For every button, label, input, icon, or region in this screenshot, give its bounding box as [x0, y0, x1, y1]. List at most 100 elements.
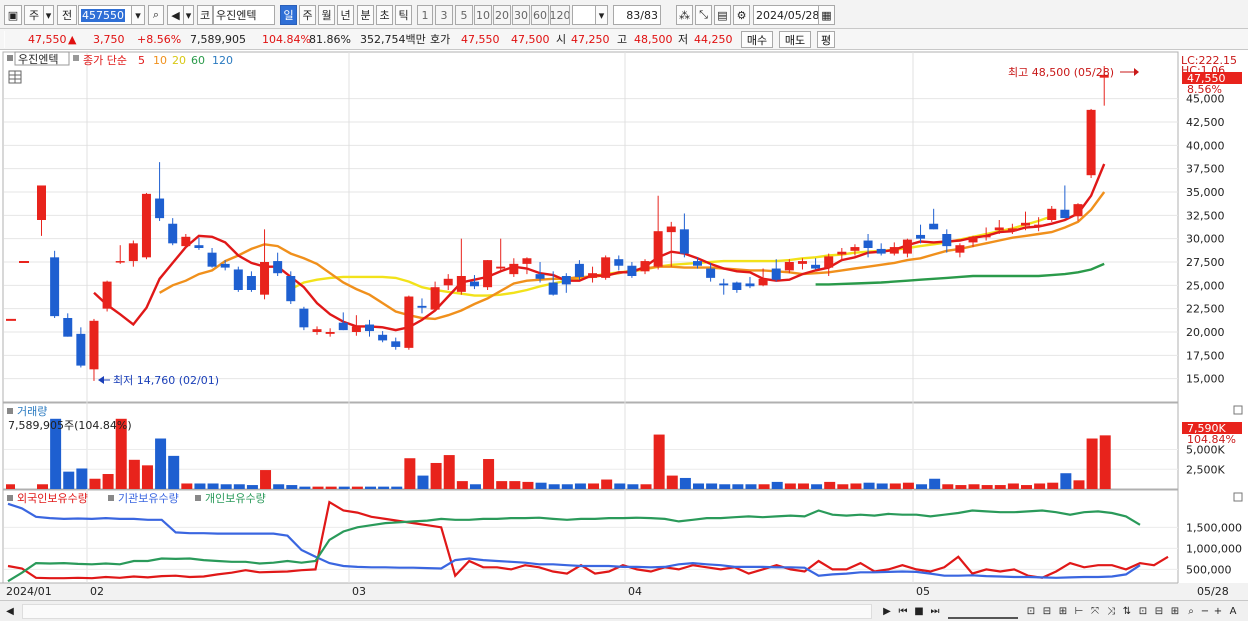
forward-icon[interactable]: ⏭	[928, 604, 942, 619]
interval-20[interactable]: 20	[493, 5, 511, 25]
period-week[interactable]: 주	[299, 5, 316, 25]
interval-1[interactable]: 1	[417, 5, 433, 25]
candle-body	[181, 236, 191, 247]
interval-60[interactable]: 60	[531, 5, 549, 25]
legend-marker	[195, 495, 201, 501]
save-icon[interactable]: ▤	[714, 5, 731, 25]
volume-bar	[876, 483, 888, 489]
candle-body	[496, 266, 506, 269]
count-field[interactable]: 83/83	[613, 5, 661, 25]
interval-1-label: 1	[421, 8, 429, 22]
bottom-toolbar: ◀ ▶ ⏮ ■ ⏭ ⊡ ⊟ ⊞ ⊢ ⤧ ⤨ ⇅ ⊡ ⊟ ⊞ ⌕ − + A	[0, 600, 1248, 621]
buy-button[interactable]: 매수	[741, 31, 773, 48]
volume-bar	[653, 434, 665, 489]
minus-icon[interactable]: −	[1198, 604, 1212, 619]
chevron-down-icon[interactable]: ▾	[596, 5, 608, 25]
volume-bar	[273, 484, 285, 489]
tool-icon[interactable]: ⊟	[1040, 604, 1054, 619]
interval-120[interactable]: 120	[550, 5, 570, 25]
legend-institution: 기관보유수량	[118, 492, 179, 505]
interval-30[interactable]: 30	[512, 5, 530, 25]
period-day[interactable]: 일	[280, 5, 297, 25]
tool-icon[interactable]: ⊞	[1168, 604, 1182, 619]
tool-icon[interactable]: ⇅	[1120, 604, 1134, 619]
gear-icon[interactable]: ⚙	[733, 5, 750, 25]
y-tick-label: 42,500	[1186, 116, 1225, 129]
type-label: 주	[28, 9, 40, 22]
market-label[interactable]: 코	[197, 5, 213, 25]
volume-bar	[719, 484, 731, 489]
period-second[interactable]: 초	[376, 5, 393, 25]
volume-bar	[693, 483, 704, 489]
candle-body	[929, 223, 939, 230]
calendar-icon[interactable]: ▦	[819, 5, 835, 25]
interval-10-label: 10	[476, 8, 490, 22]
period-minute[interactable]: 분	[357, 5, 374, 25]
code-input[interactable]: 457550	[78, 5, 132, 25]
stock-name-field[interactable]: 우진엔텍	[213, 5, 275, 25]
candle-body	[863, 240, 873, 248]
candle-body	[771, 268, 781, 280]
interval-custom-input[interactable]	[572, 5, 596, 25]
current-price: 47,550	[28, 33, 67, 46]
interval-5[interactable]: 5	[455, 5, 473, 25]
scrollbar-track[interactable]	[22, 604, 872, 619]
y-tick-label: 1,000,000	[1186, 542, 1242, 555]
legend-marker	[73, 55, 79, 61]
tool-icon[interactable]: ⊢	[1072, 604, 1086, 619]
volume-bar	[220, 484, 232, 489]
chevron-down-icon[interactable]: ▾	[132, 5, 145, 25]
crosshair-icon[interactable]: ⁂	[676, 5, 693, 25]
volume-bar	[732, 484, 744, 489]
type-select[interactable]: 주	[24, 5, 44, 25]
stock-chart[interactable]: 15,000 17,500 20,000 22,500 25,000 27,500 30,0…	[0, 50, 1248, 600]
speaker-icon[interactable]: ◀	[167, 5, 184, 25]
interval-3[interactable]: 3	[435, 5, 453, 25]
candle-body	[601, 257, 611, 278]
period-year[interactable]: 년	[337, 5, 354, 25]
tool-icon[interactable]: ⊡	[1136, 604, 1150, 619]
zoom-icon[interactable]: ⌕	[1184, 604, 1198, 619]
prev-button[interactable]: 전	[57, 5, 77, 25]
candle-body	[155, 198, 165, 219]
candle-body	[561, 276, 571, 285]
chart-area[interactable]: 15,000 17,500 20,000 22,500 25,000 27,500 30,0…	[0, 50, 1248, 621]
volume-bar	[1073, 480, 1085, 489]
candle-body	[968, 236, 978, 243]
search-icon[interactable]: ⌕	[148, 5, 164, 25]
avg-button[interactable]: 평	[817, 31, 835, 48]
high-annotation: 최고 48,500 (05/28)	[1008, 66, 1114, 79]
stop-icon[interactable]: ■	[912, 604, 926, 619]
layout-icon[interactable]: ▣	[4, 5, 22, 25]
play-icon[interactable]: ▶	[880, 604, 894, 619]
candle-body	[76, 333, 86, 366]
tool-icon[interactable]: ⤨	[1104, 604, 1118, 619]
tool-icon[interactable]: ⊞	[1056, 604, 1070, 619]
scroll-left-icon[interactable]: ◀	[4, 604, 16, 619]
tool-icon[interactable]: ⊡	[1024, 604, 1038, 619]
tool-icon[interactable]: ⊟	[1152, 604, 1166, 619]
price-change: 3,750	[93, 33, 125, 46]
period-month[interactable]: 월	[318, 5, 335, 25]
chevron-down-icon[interactable]: ▾	[184, 5, 194, 25]
font-size-icon[interactable]: A	[1226, 604, 1240, 619]
close-icon[interactable]	[1233, 405, 1243, 415]
candle-body	[312, 329, 322, 332]
plus-icon[interactable]: +	[1212, 604, 1224, 619]
volume-bar	[102, 474, 114, 489]
interval-10[interactable]: 10	[474, 5, 492, 25]
chevron-down-icon[interactable]: ▾	[44, 5, 54, 25]
candle-body	[246, 276, 256, 290]
volume-bar	[588, 483, 600, 489]
rewind-icon[interactable]: ⏮	[896, 604, 910, 619]
zoom-slider[interactable]	[948, 604, 1018, 619]
volume-bar	[63, 471, 75, 489]
period-tick[interactable]: 틱	[395, 5, 412, 25]
date-input[interactable]: 2024/05/28	[753, 5, 819, 25]
sell-button[interactable]: 매도	[779, 31, 811, 48]
candle-body	[522, 258, 532, 264]
draw-tool-icon[interactable]: ⤡	[695, 5, 712, 25]
y-tick-label: 25,000	[1186, 279, 1225, 292]
tool-icon[interactable]: ⤧	[1088, 604, 1102, 619]
close-icon[interactable]	[1233, 492, 1243, 502]
